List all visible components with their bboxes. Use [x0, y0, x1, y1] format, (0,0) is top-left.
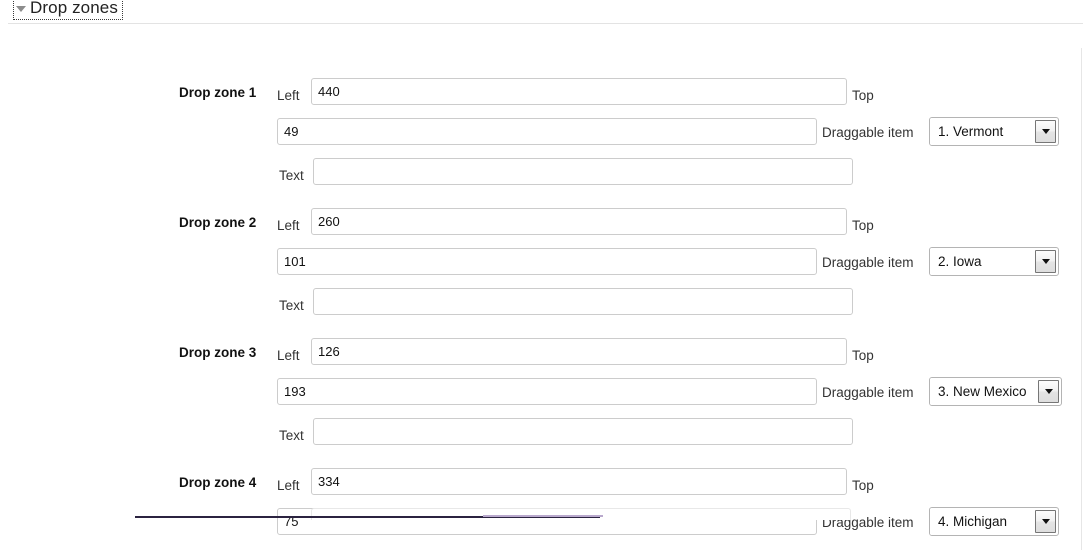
- clipped-bottom-element-highlight: [483, 515, 603, 520]
- top-label-2: Top: [852, 218, 874, 233]
- chevron-down-icon[interactable]: [1035, 250, 1056, 273]
- left-input-4[interactable]: [311, 468, 847, 495]
- drop-zone-group-1: Drop zone 1 Left Top Draggable item 1. V…: [0, 30, 1091, 185]
- left-label-3: Left: [277, 348, 300, 363]
- drop-zones-list: Drop zone 1 Left Top Draggable item 1. V…: [0, 24, 1091, 550]
- drop-zone-title-4: Drop zone 4: [179, 475, 257, 490]
- left-input-1[interactable]: [311, 78, 847, 105]
- draggable-item-label-2: Draggable item: [822, 255, 914, 270]
- top-input-1[interactable]: [277, 118, 817, 145]
- left-label-4: Left: [277, 478, 300, 493]
- chevron-down-icon[interactable]: [1035, 120, 1056, 143]
- top-label-1: Top: [852, 88, 874, 103]
- chevron-down-icon[interactable]: [1038, 380, 1059, 403]
- draggable-item-select-2[interactable]: 2. Iowa: [929, 247, 1059, 276]
- drop-zone-title-2: Drop zone 2: [179, 215, 257, 230]
- panel-legend-drop-zones[interactable]: Drop zones: [13, 0, 123, 20]
- left-input-3[interactable]: [311, 338, 847, 365]
- draggable-item-value-1: 1. Vermont: [930, 118, 1035, 145]
- draggable-item-value-3: 3. New Mexico: [930, 378, 1038, 405]
- draggable-item-select-3[interactable]: 3. New Mexico: [929, 377, 1062, 406]
- draggable-item-label-1: Draggable item: [822, 125, 914, 140]
- panel-header: Drop zones: [0, 0, 1091, 24]
- left-input-2[interactable]: [311, 208, 847, 235]
- draggable-item-value-4: 4. Michigan: [930, 508, 1035, 535]
- top-label-3: Top: [852, 348, 874, 363]
- panel-title: Drop zones: [30, 0, 118, 17]
- draggable-item-label-3: Draggable item: [822, 385, 914, 400]
- top-input-2[interactable]: [277, 248, 817, 275]
- drop-zone-group-4: Drop zone 4 Left Top Draggable item 4. M…: [0, 420, 1091, 550]
- draggable-item-select-1[interactable]: 1. Vermont: [929, 117, 1059, 146]
- drop-zone-title-3: Drop zone 3: [179, 345, 257, 360]
- chevron-down-icon[interactable]: [1035, 510, 1056, 533]
- drop-zone-title-1: Drop zone 1: [179, 85, 257, 100]
- drop-zone-group-2: Drop zone 2 Left Top Draggable item 2. I…: [0, 160, 1091, 315]
- left-label-1: Left: [277, 88, 300, 103]
- triangle-down-icon[interactable]: [16, 6, 26, 12]
- drop-zone-group-3: Drop zone 3 Left Top Draggable item 3. N…: [0, 290, 1091, 445]
- draggable-item-select-4[interactable]: 4. Michigan: [929, 507, 1059, 536]
- draggable-item-value-2: 2. Iowa: [930, 248, 1035, 275]
- top-input-3[interactable]: [277, 378, 817, 405]
- top-label-4: Top: [852, 478, 874, 493]
- left-label-2: Left: [277, 218, 300, 233]
